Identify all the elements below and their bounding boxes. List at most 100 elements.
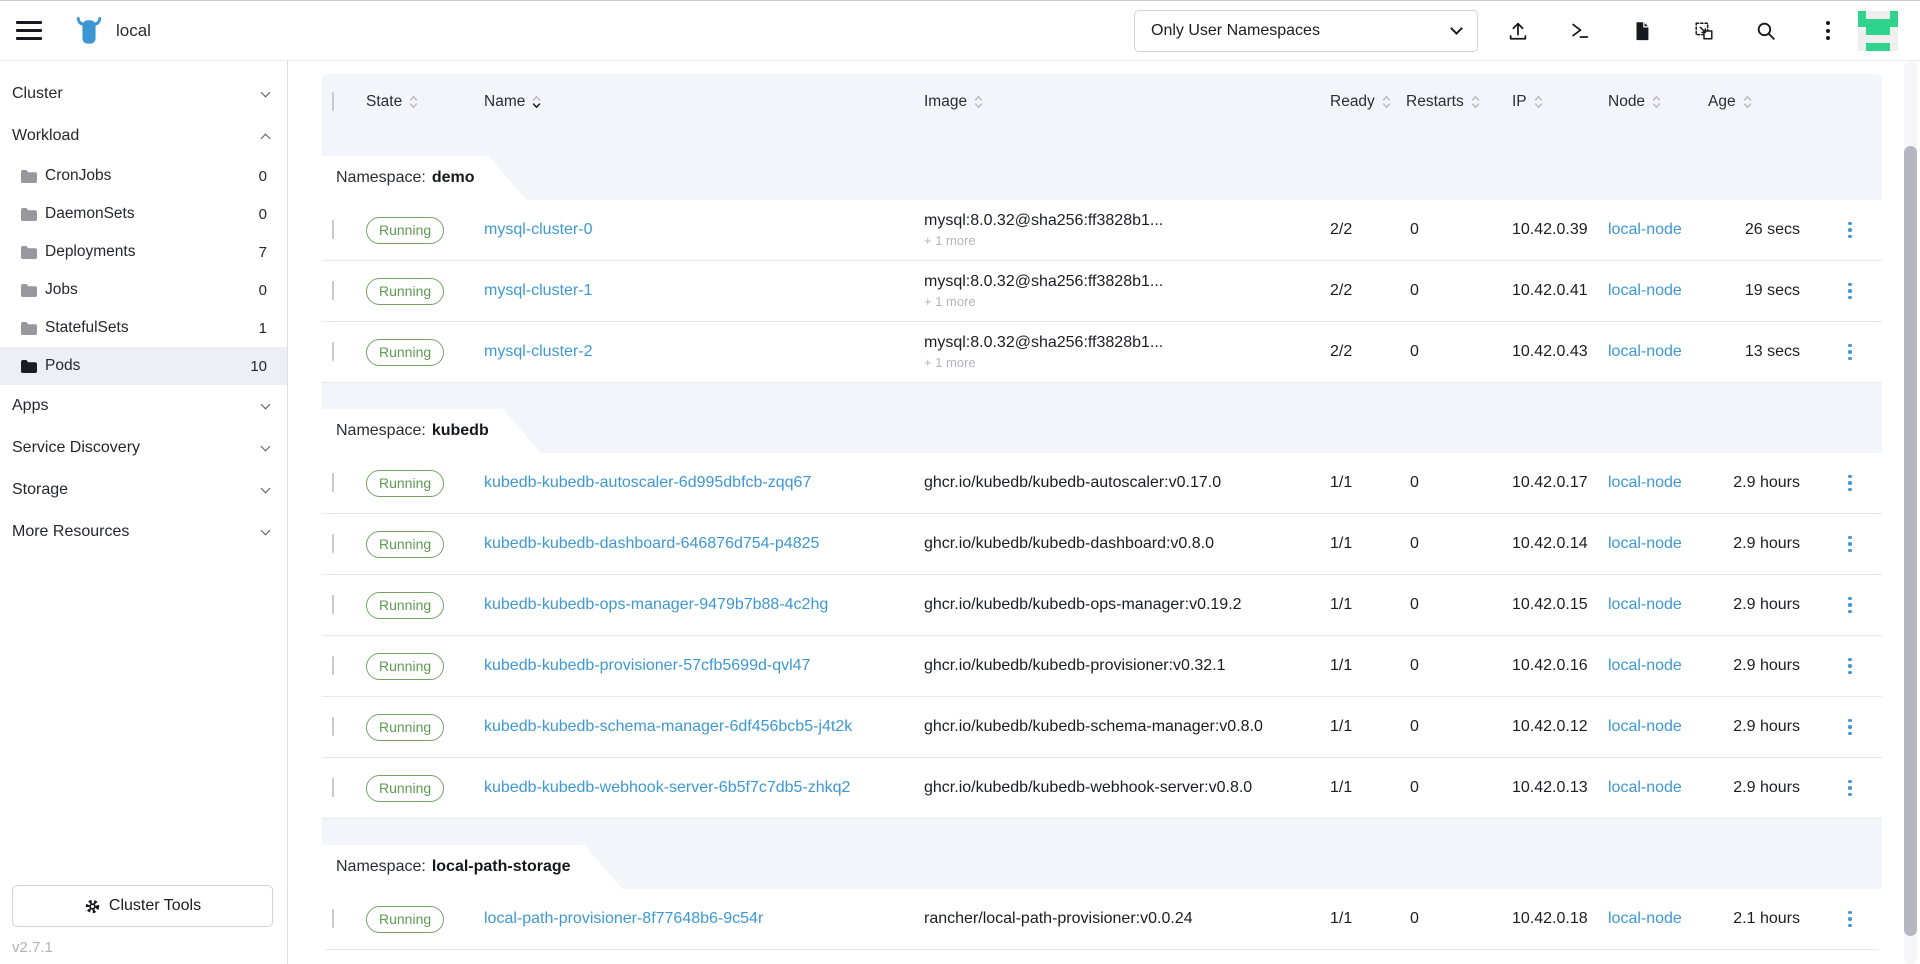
import-yaml-file-icon[interactable] bbox=[1630, 19, 1654, 43]
column-header-node[interactable]: Node bbox=[1608, 93, 1708, 111]
pod-name-link[interactable]: kubedb-kubedb-dashboard-646876d754-p4825 bbox=[484, 535, 819, 552]
hamburger-menu-icon[interactable] bbox=[16, 21, 42, 41]
age-value: 2.1 hours bbox=[1708, 910, 1818, 928]
row-checkbox[interactable] bbox=[332, 909, 334, 928]
pod-name-link[interactable]: kubedb-kubedb-ops-manager-9479b7b88-4c2h… bbox=[484, 596, 828, 613]
sidebar-item-label: DaemonSets bbox=[45, 205, 135, 223]
group-header-row: Namespace:kubedb bbox=[322, 409, 1882, 453]
node-link[interactable]: local-node bbox=[1608, 910, 1682, 927]
node-link[interactable]: local-node bbox=[1608, 718, 1682, 735]
avatar-pixel bbox=[1882, 43, 1890, 51]
node-link[interactable]: local-node bbox=[1608, 596, 1682, 613]
cluster-tools-label: Cluster Tools bbox=[109, 897, 201, 915]
row-kebab-icon[interactable] bbox=[1840, 279, 1860, 304]
row-kebab-icon[interactable] bbox=[1840, 471, 1860, 496]
column-header-ip[interactable]: IP bbox=[1510, 93, 1608, 111]
row-checkbox[interactable] bbox=[332, 281, 334, 300]
ready-value: 1/1 bbox=[1322, 779, 1406, 797]
pod-name-link[interactable]: mysql-cluster-1 bbox=[484, 282, 592, 299]
pod-name-link[interactable]: mysql-cluster-0 bbox=[484, 221, 592, 238]
scrollbar-thumb[interactable] bbox=[1904, 146, 1917, 936]
node-link[interactable]: local-node bbox=[1608, 343, 1682, 360]
node-link[interactable]: local-node bbox=[1608, 779, 1682, 796]
column-header-name[interactable]: Name bbox=[484, 93, 924, 111]
ready-value: 1/1 bbox=[1322, 596, 1406, 614]
row-kebab-icon[interactable] bbox=[1840, 532, 1860, 557]
sidebar-item-cronjobs[interactable]: CronJobs 0 bbox=[0, 157, 287, 195]
column-header-image[interactable]: Image bbox=[924, 93, 1322, 111]
row-checkbox[interactable] bbox=[332, 220, 334, 239]
row-checkbox[interactable] bbox=[332, 778, 334, 797]
row-checkbox[interactable] bbox=[332, 656, 334, 675]
node-link[interactable]: local-node bbox=[1608, 657, 1682, 674]
sidebar-section-more-resources[interactable]: More Resources bbox=[0, 511, 287, 553]
header-kebab-icon[interactable] bbox=[1816, 19, 1840, 43]
column-header-age[interactable]: Age bbox=[1708, 93, 1818, 111]
column-header-ready[interactable]: Ready bbox=[1322, 93, 1406, 111]
image-more-link[interactable]: + 1 more bbox=[924, 233, 1308, 249]
sidebar-section-storage[interactable]: Storage bbox=[0, 469, 287, 511]
sidebar-section-service-discovery[interactable]: Service Discovery bbox=[0, 427, 287, 469]
sidebar-item-count: 0 bbox=[259, 206, 267, 223]
row-kebab-icon[interactable] bbox=[1840, 218, 1860, 243]
node-link[interactable]: local-node bbox=[1608, 282, 1682, 299]
node-link[interactable]: local-node bbox=[1608, 535, 1682, 552]
chevron-down-icon bbox=[261, 399, 271, 409]
node-link[interactable]: local-node bbox=[1608, 474, 1682, 491]
row-checkbox[interactable] bbox=[332, 717, 334, 736]
version-label: v2.7.1 bbox=[12, 939, 273, 956]
namespace-filter-dropdown[interactable]: Only User Namespaces bbox=[1134, 10, 1478, 52]
row-checkbox[interactable] bbox=[332, 534, 334, 553]
image-more-link[interactable]: + 1 more bbox=[924, 294, 1308, 310]
chevron-down-icon bbox=[261, 441, 271, 451]
column-label: Name bbox=[484, 93, 525, 111]
pod-name-link[interactable]: kubedb-kubedb-schema-manager-6df456bcb5-… bbox=[484, 718, 852, 735]
pod-name-link[interactable]: local-path-provisioner-8f77648b6-9c54r bbox=[484, 910, 763, 927]
row-kebab-icon[interactable] bbox=[1840, 654, 1860, 679]
select-all-checkbox[interactable] bbox=[332, 92, 334, 111]
kubectl-shell-icon[interactable] bbox=[1568, 19, 1592, 43]
restarts-value: 0 bbox=[1406, 282, 1510, 300]
column-header-restarts[interactable]: Restarts bbox=[1406, 93, 1510, 111]
pod-name-link[interactable]: mysql-cluster-2 bbox=[484, 343, 592, 360]
sidebar-item-daemonsets[interactable]: DaemonSets 0 bbox=[0, 195, 287, 233]
row-kebab-icon[interactable] bbox=[1840, 776, 1860, 801]
image-text: ghcr.io/kubedb/kubedb-provisioner:v0.32.… bbox=[924, 656, 1308, 676]
sidebar-item-statefulsets[interactable]: StatefulSets 1 bbox=[0, 309, 287, 347]
node-link[interactable]: local-node bbox=[1608, 221, 1682, 238]
copy-kubeconfig-icon[interactable] bbox=[1692, 19, 1716, 43]
column-header-state[interactable]: State bbox=[366, 93, 484, 111]
search-icon[interactable] bbox=[1754, 19, 1778, 43]
rancher-logo-icon bbox=[74, 16, 104, 46]
group-rows: Running local-path-provisioner-8f77648b6… bbox=[322, 889, 1882, 950]
state-badge: Running bbox=[366, 775, 444, 802]
user-avatar[interactable] bbox=[1858, 11, 1898, 51]
row-kebab-icon[interactable] bbox=[1840, 593, 1860, 618]
row-kebab-icon[interactable] bbox=[1840, 715, 1860, 740]
sidebar-item-jobs[interactable]: Jobs 0 bbox=[0, 271, 287, 309]
namespace-group: Namespace:kubedb Running kubedb-kubedb-a… bbox=[322, 383, 1882, 819]
sidebar-section-apps[interactable]: Apps bbox=[0, 385, 287, 427]
state-badge: Running bbox=[366, 339, 444, 366]
pod-name-link[interactable]: kubedb-kubedb-webhook-server-6b5f7c7db5-… bbox=[484, 779, 850, 796]
row-kebab-icon[interactable] bbox=[1840, 340, 1860, 365]
pod-name-link[interactable]: kubedb-kubedb-autoscaler-6d995dbfcb-zqq6… bbox=[484, 474, 811, 491]
sidebar-item-count: 1 bbox=[259, 320, 267, 337]
sidebar-section-cluster[interactable]: Cluster bbox=[0, 73, 287, 115]
row-checkbox[interactable] bbox=[332, 473, 334, 492]
upload-icon[interactable] bbox=[1506, 19, 1530, 43]
pod-name-link[interactable]: kubedb-kubedb-provisioner-57cfb5699d-qvl… bbox=[484, 657, 810, 674]
row-kebab-icon[interactable] bbox=[1840, 907, 1860, 932]
section-label: More Resources bbox=[12, 523, 129, 541]
age-value: 2.9 hours bbox=[1708, 474, 1818, 492]
cluster-tools-button[interactable]: Cluster Tools bbox=[12, 885, 273, 927]
image-more-link[interactable]: + 1 more bbox=[924, 355, 1308, 371]
row-checkbox[interactable] bbox=[332, 342, 334, 361]
sidebar-item-pods[interactable]: Pods 10 bbox=[0, 347, 287, 385]
state-badge: Running bbox=[366, 714, 444, 741]
namespace-name: kubedb bbox=[432, 422, 489, 440]
sidebar-section-workload[interactable]: Workload bbox=[0, 115, 287, 157]
row-checkbox[interactable] bbox=[332, 595, 334, 614]
age-value: 2.9 hours bbox=[1708, 718, 1818, 736]
sidebar-item-deployments[interactable]: Deployments 7 bbox=[0, 233, 287, 271]
